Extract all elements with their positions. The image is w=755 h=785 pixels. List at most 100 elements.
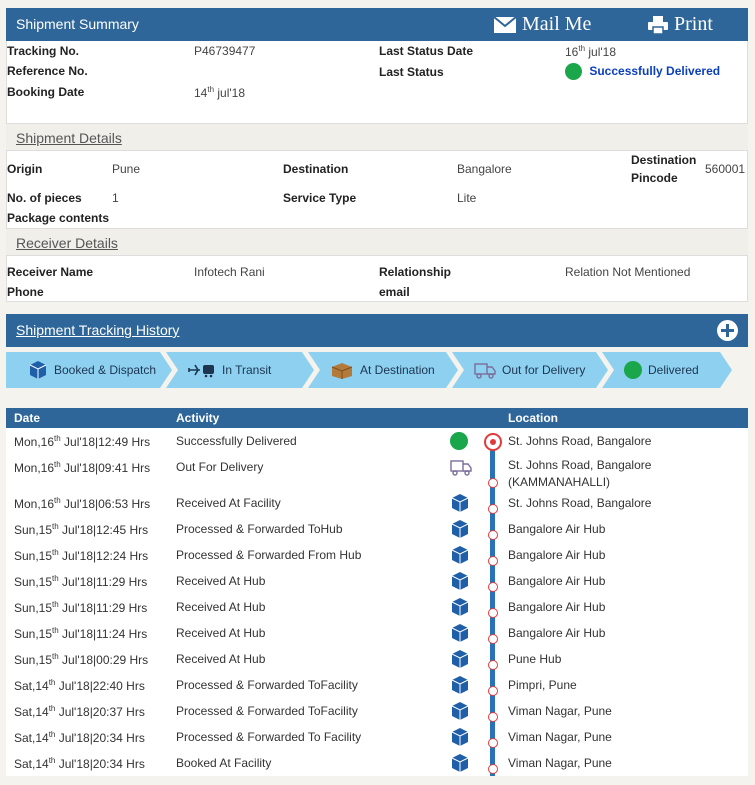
row-activity: Out For Delivery xyxy=(176,460,264,474)
timeline-marker xyxy=(484,428,502,454)
timeline-marker xyxy=(488,646,498,672)
last-status-value: Successfully Delivered xyxy=(565,63,720,80)
shipment-summary-title: Shipment Summary xyxy=(16,16,139,32)
row-date: Sun,15th Jul'18|12:24 Hrs xyxy=(14,548,149,563)
row-activity: Successfully Delivered xyxy=(176,434,297,448)
package-icon xyxy=(450,676,470,697)
table-row: Sat,14th Jul'18|22:40 Hrs Processed & For… xyxy=(6,672,748,698)
row-date: Sat,14th Jul'18|22:40 Hrs xyxy=(14,678,145,693)
row-activity: Processed & Forwarded ToFacility xyxy=(176,704,358,718)
shipment-summary-header: Shipment Summary Mail Me Print xyxy=(6,8,748,41)
row-date: Sun,15th Jul'18|12:45 Hrs xyxy=(14,522,149,537)
package-icon xyxy=(450,572,470,593)
package-icon xyxy=(28,361,48,379)
service-type-value: Lite xyxy=(457,191,477,205)
timeline-marker xyxy=(488,698,498,724)
printer-icon xyxy=(648,15,668,34)
package-contents-label: Package contents xyxy=(7,211,110,225)
phone-label: Phone xyxy=(7,285,44,299)
package-icon xyxy=(450,754,470,775)
table-row: Mon,16th Jul'18|12:49 Hrs Successfully De… xyxy=(6,428,748,454)
expand-plus-icon[interactable] xyxy=(717,320,738,341)
row-location: Viman Nagar, Pune xyxy=(508,730,612,744)
origin-label: Origin xyxy=(7,162,43,176)
step-booked-dispatch: Booked & Dispatch xyxy=(6,352,172,388)
tracking-no-label: Tracking No. xyxy=(7,44,80,58)
row-activity: Processed & Forwarded ToFacility xyxy=(176,678,358,692)
shipment-details-panel: Origin Pune Destination Bangalore Destin… xyxy=(6,151,748,229)
print-button[interactable]: Print xyxy=(648,8,713,41)
row-date: Mon,16th Jul'18|12:49 Hrs xyxy=(14,434,151,449)
row-date: Sat,14th Jul'18|20:34 Hrs xyxy=(14,756,145,771)
table-row: Sat,14th Jul'18|20:37 Hrs Processed & For… xyxy=(6,698,748,724)
step-out-for-delivery: Out for Delivery xyxy=(452,352,608,388)
timeline-marker xyxy=(488,542,498,568)
last-status-text: Successfully Delivered xyxy=(589,63,721,78)
timeline-marker xyxy=(488,750,498,776)
mail-me-button[interactable]: Mail Me xyxy=(494,8,591,41)
delivered-dot-icon xyxy=(624,361,642,379)
tracking-no-value: P46739477 xyxy=(194,44,256,58)
destination-pincode-label-line1: Destination xyxy=(631,153,697,167)
timeline-marker xyxy=(488,672,498,698)
envelope-icon xyxy=(494,16,516,33)
summary-panel: Tracking No. P46739477 Reference No. Boo… xyxy=(6,41,748,124)
row-location: Pune Hub xyxy=(508,652,562,666)
package-icon xyxy=(450,546,470,567)
destination-value: Bangalore xyxy=(457,162,512,176)
step-in-transit: In Transit xyxy=(166,352,314,388)
tracking-history-header[interactable]: Shipment Tracking History xyxy=(6,314,748,347)
row-date: Sun,15th Jul'18|11:24 Hrs xyxy=(14,626,148,641)
row-activity: Received At Hub xyxy=(176,574,266,588)
delivered-status-icon xyxy=(565,63,582,80)
receiver-details-header[interactable]: Receiver Details xyxy=(6,228,748,256)
row-date: Sun,15th Jul'18|11:29 Hrs xyxy=(14,600,148,615)
last-status-date-label: Last Status Date xyxy=(379,44,474,58)
row-activity: Processed & Forwarded To Facility xyxy=(176,730,362,744)
destination-pincode-label-line2: Pincode xyxy=(631,171,678,185)
step-label: At Destination xyxy=(360,363,435,377)
row-activity: Received At Facility xyxy=(176,496,281,510)
table-header: Date Activity Location xyxy=(6,408,748,428)
table-row: Sun,15th Jul'18|11:29 Hrs Received At Hub… xyxy=(6,568,748,594)
booking-date-label: Booking Date xyxy=(7,85,85,99)
service-type-label: Service Type xyxy=(283,191,357,205)
destination-label: Destination xyxy=(283,162,349,176)
print-label: Print xyxy=(674,13,713,35)
row-location: St. Johns Road, Bangalore xyxy=(508,496,652,510)
package-icon xyxy=(450,598,470,619)
last-status-date-value: 16th jul'18 xyxy=(565,44,617,59)
shipment-details-header[interactable]: Shipment Details xyxy=(6,123,748,151)
row-location: St. Johns Road, Bangalore (KAMMANAHALLI) xyxy=(508,458,652,489)
row-location: Bangalore Air Hub xyxy=(508,548,606,562)
row-date: Sat,14th Jul'18|20:37 Hrs xyxy=(14,704,145,719)
destination-pincode-value: 560001 xyxy=(705,162,746,176)
relationship-label: Relationship xyxy=(379,265,452,279)
step-label: In Transit xyxy=(222,363,272,377)
row-activity: Received At Hub xyxy=(176,600,266,614)
row-date: Mon,16th Jul'18|09:41 Hrs xyxy=(14,460,151,475)
row-date: Sun,15th Jul'18|00:29 Hrs xyxy=(14,652,149,667)
step-label: Delivered xyxy=(648,363,699,377)
step-label: Booked & Dispatch xyxy=(54,363,157,377)
table-row: Sun,15th Jul'18|11:29 Hrs Received At Hub… xyxy=(6,594,748,620)
receiver-details-title[interactable]: Receiver Details xyxy=(16,235,118,251)
tracking-history-title[interactable]: Shipment Tracking History xyxy=(16,314,179,347)
shipment-details-title[interactable]: Shipment Details xyxy=(16,130,122,146)
booking-date-value: 14th jul'18 xyxy=(194,85,246,100)
table-row: Sat,14th Jul'18|20:34 Hrs Processed & For… xyxy=(6,724,748,750)
receiver-name-value: Infotech Rani xyxy=(194,265,265,279)
table-row: Mon,16th Jul'18|06:53 Hrs Received At Fac… xyxy=(6,490,748,516)
plane-train-icon xyxy=(188,362,216,378)
row-date: Mon,16th Jul'18|06:53 Hrs xyxy=(14,496,151,511)
table-row: Sun,15th Jul'18|00:29 Hrs Received At Hub… xyxy=(6,646,748,672)
receiver-details-panel: Receiver Name Infotech Rani Relationship… xyxy=(6,256,748,302)
timeline-marker xyxy=(488,594,498,620)
row-location: Pimpri, Pune xyxy=(508,678,577,692)
timeline-marker xyxy=(488,516,498,542)
activity-column-header: Activity xyxy=(176,411,220,425)
package-icon xyxy=(450,728,470,749)
delivered-dot-icon xyxy=(450,432,468,450)
row-location: Bangalore Air Hub xyxy=(508,600,606,614)
timeline-marker xyxy=(488,724,498,750)
